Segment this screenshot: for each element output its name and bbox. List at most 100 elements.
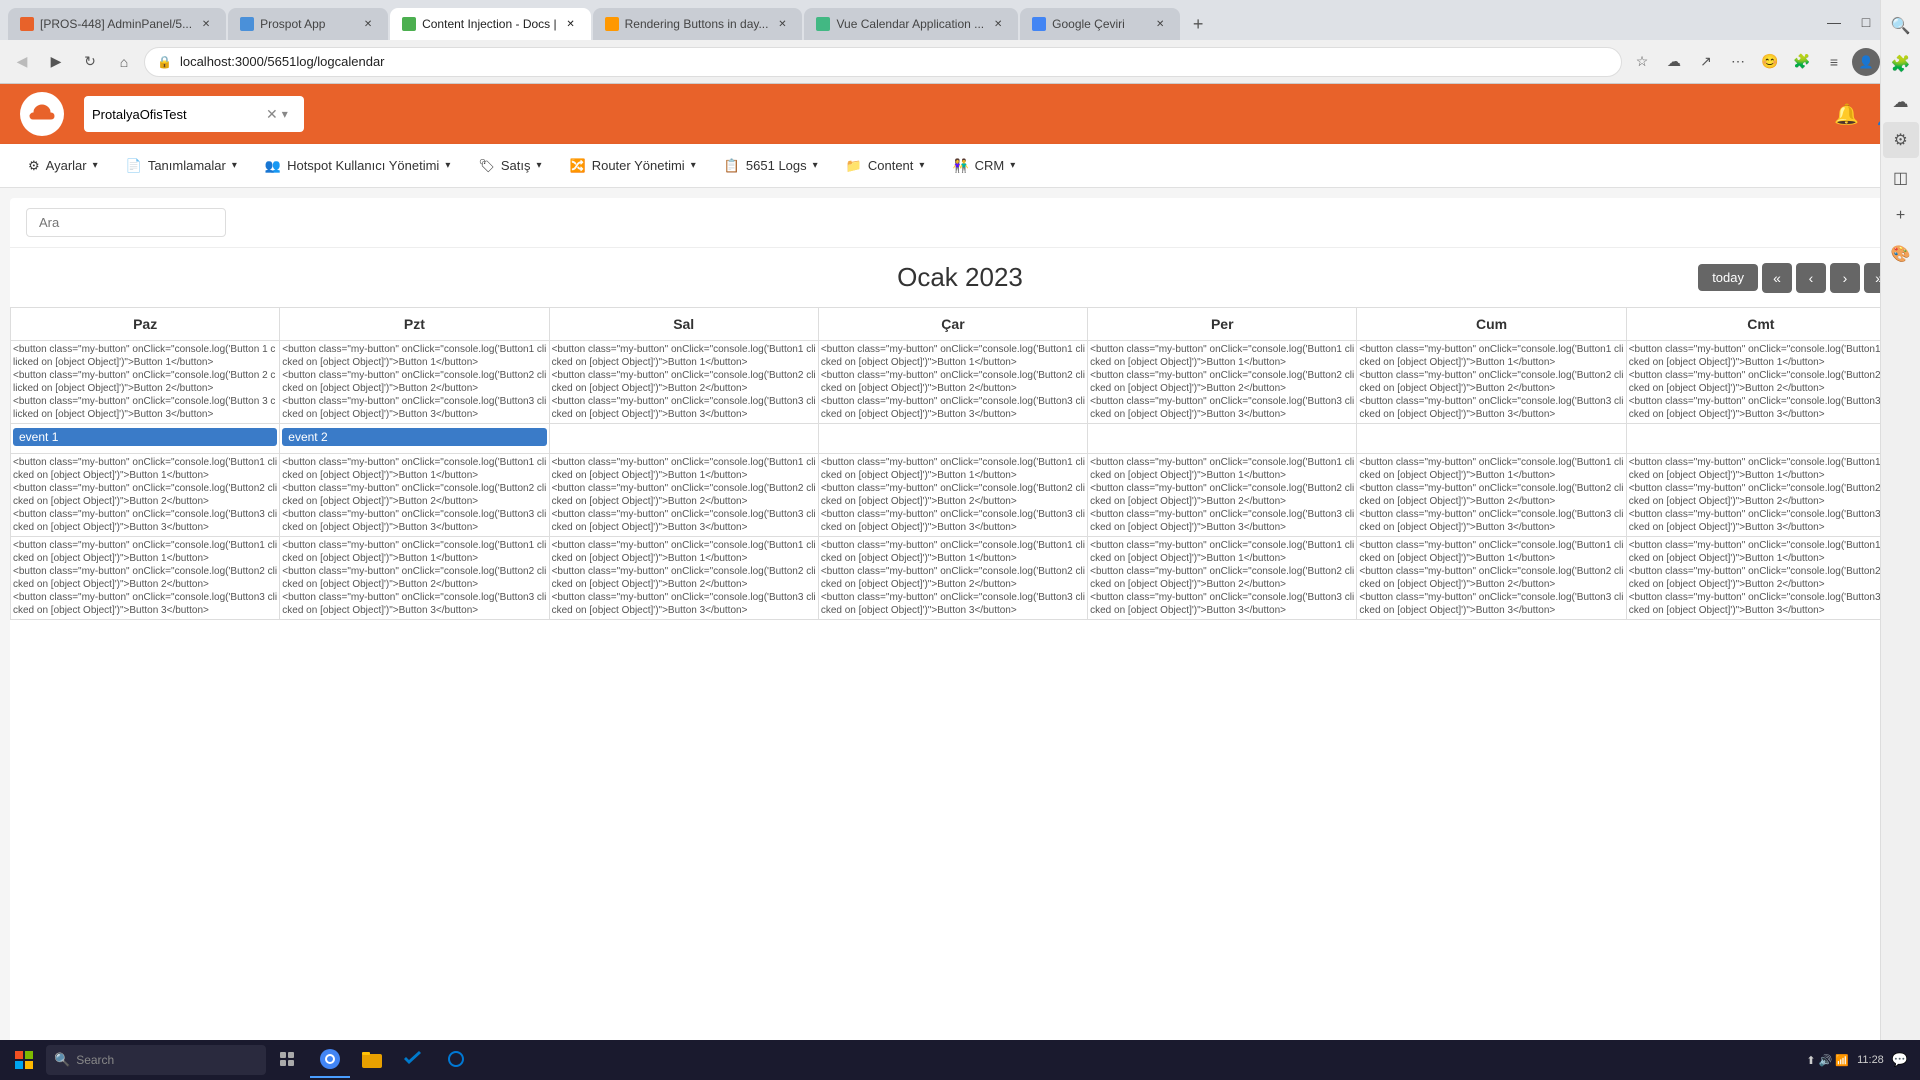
- profile-avatar[interactable]: 👤: [1852, 48, 1880, 76]
- event-bar-2[interactable]: event 2: [282, 428, 546, 446]
- tab-google-ceviri[interactable]: Google Çeviri ✕: [1020, 8, 1180, 40]
- right-panel-collections-icon[interactable]: ☁: [1883, 84, 1919, 120]
- maximize-button[interactable]: □: [1852, 8, 1880, 36]
- taskbar-task-view[interactable]: [268, 1042, 308, 1078]
- taskbar-app-edge[interactable]: [436, 1042, 476, 1078]
- app-search-box[interactable]: ✕ ▾: [84, 96, 304, 132]
- calendar-cell: <button class="my-button" onClick="conso…: [11, 341, 280, 424]
- router-chevron: ▾: [691, 160, 696, 171]
- cell-content: <button class="my-button" onClick="conso…: [552, 539, 816, 617]
- cell-content: <button class="my-button" onClick="conso…: [13, 456, 277, 534]
- next-nav-button[interactable]: ›: [1830, 263, 1860, 293]
- app-search-input[interactable]: [92, 107, 262, 122]
- menu-item-tanimlamalar[interactable]: 📄 Tanımlamalar ▾: [114, 152, 249, 180]
- tab-content-injection[interactable]: Content Injection - Docs | ✕: [390, 8, 591, 40]
- home-button[interactable]: ⌂: [110, 48, 138, 76]
- search-dropdown-icon[interactable]: ▾: [282, 107, 288, 121]
- ayarlar-label: Ayarlar: [46, 158, 87, 173]
- menu-item-logs[interactable]: 📋 5651 Logs ▾: [712, 152, 830, 180]
- extension-icon[interactable]: 🧩: [1788, 48, 1816, 76]
- taskbar-app-chrome[interactable]: [310, 1042, 350, 1078]
- taskbar-search-box[interactable]: 🔍 Search: [46, 1045, 266, 1075]
- menu-item-hotspot[interactable]: 👥 Hotspot Kullanıcı Yönetimi ▾: [253, 152, 462, 180]
- menu-item-crm[interactable]: 👫 CRM ▾: [940, 152, 1027, 180]
- taskbar-search-text: Search: [76, 1053, 114, 1067]
- taskbar-app-explorer[interactable]: [352, 1042, 392, 1078]
- new-tab-button[interactable]: +: [1182, 8, 1214, 40]
- feedback-icon[interactable]: 😊: [1756, 48, 1784, 76]
- menu-bar: ⚙ Ayarlar ▾ 📄 Tanımlamalar ▾ 👥 Hotspot K…: [0, 144, 1920, 188]
- calendar-cell: <button class="my-button" onClick="conso…: [11, 454, 280, 537]
- collections-toolbar-icon[interactable]: ☁: [1660, 48, 1688, 76]
- browser-settings-icon[interactable]: ⋯: [1724, 48, 1752, 76]
- cell-content: <button class="my-button" onClick="conso…: [1090, 456, 1354, 534]
- notification-center-icon[interactable]: 💬: [1892, 1052, 1908, 1068]
- taskbar: 🔍 Search ⬆ 🔊 📶 11:28 💬: [0, 1040, 1920, 1080]
- cell-content: <button class="my-button" onClick="conso…: [1629, 456, 1893, 534]
- tab-favicon-2: [240, 17, 254, 31]
- calendar-table-wrapper: Paz Pzt Sal Çar Per Cum Cmt: [10, 307, 1910, 1070]
- back-button[interactable]: ◀: [8, 48, 36, 76]
- today-button[interactable]: today: [1698, 264, 1758, 291]
- right-panel-extensions-icon[interactable]: 🧩: [1883, 46, 1919, 82]
- logs-icon: 📋: [724, 158, 740, 174]
- notification-icon[interactable]: 🔔: [1834, 102, 1859, 127]
- tab-close-5[interactable]: ✕: [990, 16, 1006, 32]
- start-button[interactable]: [4, 1042, 44, 1078]
- tanimlamalar-chevron: ▾: [232, 160, 237, 171]
- search-clear-icon[interactable]: ✕: [266, 106, 278, 123]
- content-chevron: ▾: [919, 160, 924, 171]
- content-search-input[interactable]: [26, 208, 226, 237]
- crm-label: CRM: [975, 158, 1005, 173]
- crm-chevron: ▾: [1010, 160, 1015, 171]
- tab-prospot[interactable]: Prospot App ✕: [228, 8, 388, 40]
- tab-rendering-buttons[interactable]: Rendering Buttons in day... ✕: [593, 8, 803, 40]
- tab-close-3[interactable]: ✕: [563, 16, 579, 32]
- day-header-pzt: Pzt: [280, 308, 549, 341]
- cell-content: <button class="my-button" onClick="conso…: [1629, 539, 1893, 617]
- refresh-button[interactable]: ↻: [76, 48, 104, 76]
- lock-icon: 🔒: [157, 55, 172, 69]
- calendar-cell: <button class="my-button" onClick="conso…: [1088, 454, 1357, 537]
- tab-close-6[interactable]: ✕: [1152, 16, 1168, 32]
- menu-item-content[interactable]: 📁 Content ▾: [834, 152, 937, 180]
- right-panel-sidebar2-icon[interactable]: ◫: [1883, 160, 1919, 196]
- prev-nav-button[interactable]: ‹: [1796, 263, 1826, 293]
- right-panel-search-icon[interactable]: 🔍: [1883, 8, 1919, 44]
- logs-chevron: ▾: [813, 160, 818, 171]
- taskbar-app-vscode[interactable]: [394, 1042, 434, 1078]
- right-panel-color-icon[interactable]: 🎨: [1883, 236, 1919, 272]
- star-icon[interactable]: ☆: [1628, 48, 1656, 76]
- cell-content: <button class="my-button" onClick="conso…: [13, 343, 277, 421]
- menu-item-router[interactable]: 🔀 Router Yönetimi ▾: [558, 152, 708, 180]
- menu-item-ayarlar[interactable]: ⚙ Ayarlar ▾: [16, 152, 110, 180]
- tab-close-4[interactable]: ✕: [774, 16, 790, 32]
- tab-close-1[interactable]: ✕: [198, 16, 214, 32]
- first-nav-button[interactable]: «: [1762, 263, 1792, 293]
- day-header-car: Çar: [818, 308, 1087, 341]
- crm-icon: 👫: [952, 158, 968, 174]
- address-bar-row: ◀ ▶ ↻ ⌂ 🔒 localhost:3000/5651log/logcale…: [0, 40, 1920, 84]
- content-icon: 📁: [846, 158, 862, 174]
- cell-content: <button class="my-button" onClick="conso…: [1359, 539, 1623, 617]
- calendar-cell: <button class="my-button" onClick="conso…: [1357, 537, 1626, 620]
- right-panel-tools-icon[interactable]: ⚙: [1883, 122, 1919, 158]
- menu-item-satis[interactable]: 🏷 Satış ▾: [466, 152, 553, 180]
- right-side-panel: 🔍 🧩 ☁ ⚙ ◫ + 🎨 ⚙: [1880, 0, 1920, 1080]
- tab-vue-calendar[interactable]: Vue Calendar Application ... ✕: [804, 8, 1018, 40]
- right-panel-add-icon[interactable]: +: [1883, 198, 1919, 234]
- share-icon[interactable]: ↗: [1692, 48, 1720, 76]
- ayarlar-icon: ⚙: [28, 158, 40, 174]
- sidebar-toolbar-icon[interactable]: ≡: [1820, 48, 1848, 76]
- tab-pros448[interactable]: [PROS-448] AdminPanel/5... ✕: [8, 8, 226, 40]
- address-bar[interactable]: 🔒 localhost:3000/5651log/logcalendar: [144, 47, 1622, 77]
- minimize-button[interactable]: —: [1820, 8, 1848, 36]
- forward-button[interactable]: ▶: [42, 48, 70, 76]
- tab-close-2[interactable]: ✕: [360, 16, 376, 32]
- event-bar-1[interactable]: event 1: [13, 428, 277, 446]
- cell-content: <button class="my-button" onClick="conso…: [552, 343, 816, 421]
- taskbar-system-tray: ⬆ 🔊 📶 11:28 💬: [1806, 1052, 1916, 1068]
- calendar-cell: <button class="my-button" onClick="conso…: [549, 341, 818, 424]
- calendar-cell-event2: event 2: [280, 424, 549, 454]
- cell-content: <button class="my-button" onClick="conso…: [282, 343, 546, 421]
